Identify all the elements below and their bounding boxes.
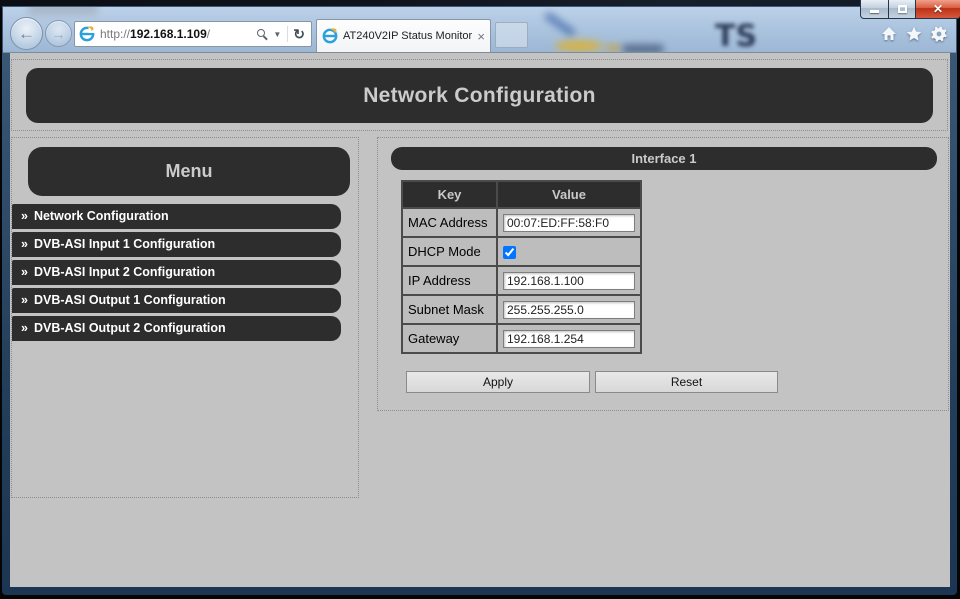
dhcp-checkbox[interactable]: [503, 246, 516, 259]
url-path: /: [207, 27, 210, 41]
url-host: 192.168.1.109: [130, 27, 207, 41]
settings-gear-icon[interactable]: [930, 25, 947, 42]
menu-item-1[interactable]: » Network Configuration: [12, 204, 341, 229]
key-cell: MAC Address: [402, 208, 497, 237]
maximize-icon: [898, 5, 907, 13]
menu-item-5[interactable]: » DVB-ASI Output 2 Configuration: [12, 316, 341, 341]
interface-title: Interface 1: [391, 147, 937, 170]
menu-item-label: DVB-ASI Input 2 Configuration: [34, 265, 215, 279]
table-row: Gateway: [402, 324, 641, 353]
back-button[interactable]: ←: [10, 17, 43, 50]
menu-item-label: DVB-ASI Output 2 Configuration: [34, 321, 226, 335]
key-cell: DHCP Mode: [402, 237, 497, 266]
menu-panel: Menu » Network Configuration » DVB-ASI Inpu…: [11, 137, 359, 498]
menu-item-label: Network Configuration: [34, 209, 169, 223]
divider: [287, 26, 288, 42]
menu-item-label: DVB-ASI Output 1 Configuration: [34, 293, 226, 307]
page-title: Network Configuration: [26, 68, 933, 123]
menu-item-2[interactable]: » DVB-ASI Input 1 Configuration: [12, 232, 341, 257]
page-content: Network Configuration Menu » Network Conf…: [10, 53, 950, 587]
gateway-input[interactable]: [503, 330, 635, 348]
background-blur-shape: [28, 7, 98, 15]
browser-tab[interactable]: AT240V2IP Status Monitor -... ×: [316, 19, 491, 52]
table-row: Subnet Mask: [402, 295, 641, 324]
column-header-value: Value: [497, 181, 641, 208]
window-caption-buttons: ✕: [860, 0, 960, 19]
menu-item-label: DVB-ASI Input 1 Configuration: [34, 237, 215, 251]
subnet-mask-input[interactable]: [503, 301, 635, 319]
apply-button[interactable]: Apply: [406, 371, 590, 393]
maximize-button[interactable]: [889, 0, 916, 19]
url-text[interactable]: http://192.168.1.109/: [100, 27, 255, 41]
column-header-key: Key: [402, 181, 497, 208]
forward-arrow-icon: →: [52, 27, 66, 41]
new-tab-button[interactable]: [495, 22, 528, 48]
back-arrow-icon: ←: [18, 25, 35, 42]
menu-bullet: »: [21, 209, 28, 223]
background-blur-text: TS: [715, 19, 785, 51]
home-icon[interactable]: [880, 25, 897, 42]
background-blur-shape: [623, 45, 663, 52]
table-row: DHCP Mode: [402, 237, 641, 266]
table-row: MAC Address: [402, 208, 641, 237]
value-cell: [497, 208, 641, 237]
mac-address-input[interactable]: [503, 214, 635, 232]
reset-button[interactable]: Reset: [595, 371, 778, 393]
command-bar: [880, 25, 947, 42]
ip-address-input[interactable]: [503, 272, 635, 290]
menu-list: » Network Configuration » DVB-ASI Input 1 C…: [12, 204, 341, 344]
minimize-icon: [870, 10, 879, 13]
ie-icon: [79, 26, 95, 42]
screen: TS ✕ ← → http://192.168.1.109/ ▼ ↻ AT: [0, 0, 960, 599]
menu-bullet: »: [21, 321, 28, 335]
url-scheme: http://: [100, 27, 130, 41]
chevron-down-icon[interactable]: ▼: [273, 30, 281, 39]
interface-table: Key Value MAC AddressDHCP ModeIP Address…: [401, 180, 642, 354]
close-button[interactable]: ✕: [916, 0, 960, 19]
menu-bullet: »: [21, 265, 28, 279]
value-cell: [497, 295, 641, 324]
menu-item-3[interactable]: » DVB-ASI Input 2 Configuration: [12, 260, 341, 285]
value-cell: [497, 324, 641, 353]
background-blur-shape: [605, 44, 621, 52]
key-cell: Subnet Mask: [402, 295, 497, 324]
forward-button[interactable]: →: [45, 20, 72, 47]
menu-bullet: »: [21, 237, 28, 251]
ie-icon: [322, 28, 338, 44]
background-blur-shape: [544, 12, 576, 37]
background-blur-shape: [555, 40, 603, 52]
interface-panel: Interface 1 Key Value MAC AddressDHCP Mo…: [377, 137, 949, 411]
key-cell: IP Address: [402, 266, 497, 295]
menu-bullet: »: [21, 293, 28, 307]
interface-table-body: MAC AddressDHCP ModeIP AddressSubnet Mas…: [402, 208, 641, 353]
address-bar[interactable]: http://192.168.1.109/ ▼ ↻: [74, 21, 312, 47]
tab-title: AT240V2IP Status Monitor -...: [343, 30, 474, 42]
key-cell: Gateway: [402, 324, 497, 353]
menu-item-4[interactable]: » DVB-ASI Output 1 Configuration: [12, 288, 341, 313]
refresh-icon[interactable]: ↻: [293, 27, 305, 41]
value-cell: [497, 237, 641, 266]
table-row: IP Address: [402, 266, 641, 295]
search-icon[interactable]: [257, 29, 268, 40]
favorites-star-icon[interactable]: [905, 25, 922, 42]
minimize-button[interactable]: [860, 0, 889, 19]
menu-title: Menu: [28, 147, 350, 196]
close-icon: ✕: [933, 3, 943, 15]
value-cell: [497, 266, 641, 295]
page-header-section: Network Configuration: [11, 59, 948, 131]
tab-close-icon[interactable]: ×: [477, 30, 485, 43]
